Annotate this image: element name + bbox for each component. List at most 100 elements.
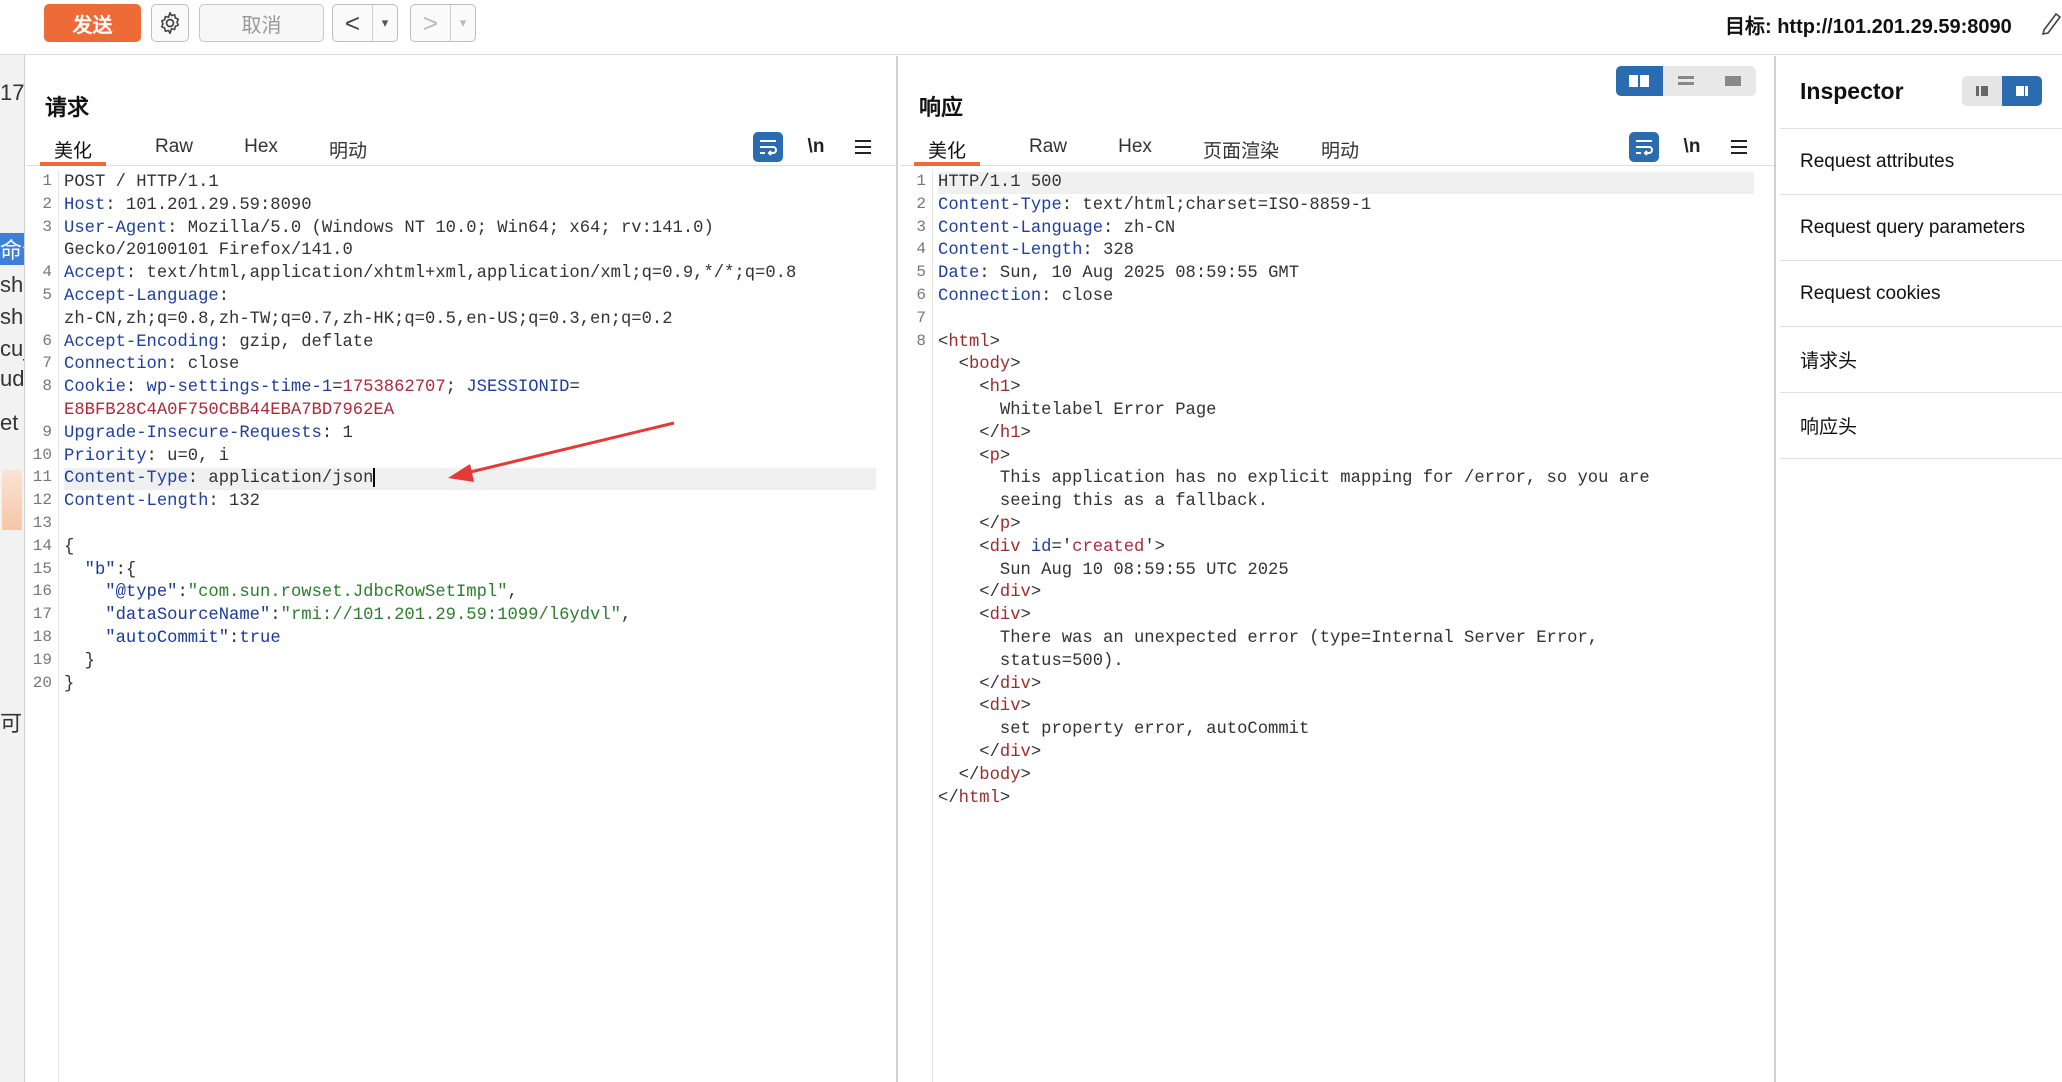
code-line[interactable]: Cookie: wp-settings-time-1=1753862707; J… bbox=[64, 377, 876, 399]
inspector-layout-button-active[interactable] bbox=[2002, 76, 2042, 106]
show-newlines-toggle[interactable]: \n bbox=[801, 132, 831, 162]
pencil-icon[interactable] bbox=[2040, 8, 2062, 36]
code-line[interactable]: User-Agent: Mozilla/5.0 (Windows NT 10.0… bbox=[64, 218, 876, 240]
tab-pretty[interactable]: 美化 bbox=[914, 136, 980, 166]
code-line[interactable]: <h1> bbox=[938, 377, 1754, 399]
tab-explain[interactable]: 明动 bbox=[318, 136, 378, 166]
code-token: < bbox=[938, 697, 990, 717]
inspector-item-request-attributes[interactable]: Request attributes bbox=[1780, 129, 2062, 195]
code-line[interactable]: HTTP/1.1 500 bbox=[938, 172, 1754, 194]
code-line[interactable]: </p> bbox=[938, 514, 1754, 536]
tab-raw[interactable]: Raw bbox=[144, 136, 204, 166]
forward-dropdown-icon[interactable]: ▾ bbox=[451, 5, 475, 41]
code-line[interactable]: Gecko/20100101 Firefox/141.0 bbox=[64, 240, 876, 262]
code-line[interactable]: Connection: close bbox=[938, 286, 1754, 308]
code-line[interactable]: Accept-Language: bbox=[64, 286, 876, 308]
code-line[interactable] bbox=[938, 309, 1754, 331]
code-token: < bbox=[938, 446, 990, 466]
code-line[interactable]: <div> bbox=[938, 696, 1754, 718]
code-line[interactable]: "autoCommit":true bbox=[64, 628, 876, 650]
code-line[interactable]: </div> bbox=[938, 582, 1754, 604]
forward-arrow-icon[interactable]: > bbox=[411, 5, 451, 41]
code-line[interactable]: Date: Sun, 10 Aug 2025 08:59:55 GMT bbox=[938, 263, 1754, 285]
code-line[interactable]: <body> bbox=[938, 354, 1754, 376]
code-line[interactable]: zh-CN,zh;q=0.8,zh-TW;q=0.7,zh-HK;q=0.5,e… bbox=[64, 309, 876, 331]
tab-pretty[interactable]: 美化 bbox=[40, 136, 106, 166]
code-line[interactable]: <html> bbox=[938, 332, 1754, 354]
inspector-item-request-cookies[interactable]: Request cookies bbox=[1780, 261, 2062, 327]
back-arrow-icon[interactable]: < bbox=[333, 5, 373, 41]
code-line[interactable]: Sun Aug 10 08:59:55 UTC 2025 bbox=[938, 560, 1754, 582]
code-line[interactable]: status=500). bbox=[938, 651, 1754, 673]
request-editor[interactable]: 1 2 3 4 5 6 7 8 9 10 11 12 13 14 15 16 17 18 19 20 POST / H… bbox=[26, 170, 876, 1082]
tab-hex[interactable]: Hex bbox=[231, 136, 291, 166]
inspector-item-request-headers[interactable]: 请求头 bbox=[1780, 327, 2062, 393]
code-line[interactable]: There was an unexpected error (type=Inte… bbox=[938, 628, 1754, 650]
text-wrap-toggle[interactable] bbox=[753, 132, 783, 162]
code-line[interactable]: } bbox=[64, 651, 876, 673]
inspector-item-response-headers[interactable]: 响应头 bbox=[1780, 393, 2062, 459]
layout-side-by-side-button[interactable] bbox=[1616, 66, 1663, 96]
fragment-text: sho bbox=[0, 272, 24, 297]
tab-explain[interactable]: 明动 bbox=[1310, 136, 1370, 166]
code-line[interactable]: This application has no explicit mapping… bbox=[938, 468, 1754, 490]
back-dropdown-icon[interactable]: ▾ bbox=[373, 5, 397, 41]
code-line[interactable]: Content-Type: application/json bbox=[64, 468, 876, 491]
code-line[interactable]: </h1> bbox=[938, 423, 1754, 445]
code-line[interactable]: } bbox=[64, 674, 876, 696]
code-line[interactable] bbox=[64, 514, 876, 536]
code-line[interactable]: Whitelabel Error Page bbox=[938, 400, 1754, 422]
code-line[interactable]: POST / HTTP/1.1 bbox=[64, 172, 876, 194]
code-token: html bbox=[958, 788, 1000, 808]
code-token: </ bbox=[938, 674, 1000, 694]
code-line[interactable]: Content-Language: zh-CN bbox=[938, 218, 1754, 240]
code-line[interactable]: Content-Length: 328 bbox=[938, 240, 1754, 262]
history-back-control[interactable]: < ▾ bbox=[332, 4, 398, 42]
code-line[interactable]: { bbox=[64, 537, 876, 559]
layout-single-icon bbox=[1724, 76, 1741, 86]
response-menu-button[interactable] bbox=[1724, 132, 1754, 162]
layout-single-button[interactable] bbox=[1709, 66, 1756, 96]
inspector-item-query-parameters[interactable]: Request query parameters bbox=[1780, 195, 2062, 261]
code-line[interactable]: Accept-Encoding: gzip, deflate bbox=[64, 332, 876, 354]
code-line[interactable]: </body> bbox=[938, 765, 1754, 787]
code-line[interactable]: Upgrade-Insecure-Requests: 1 bbox=[64, 423, 876, 445]
inspector-layout-button[interactable] bbox=[1962, 76, 2002, 106]
request-menu-button[interactable] bbox=[848, 132, 878, 162]
code-line[interactable]: set property error, autoCommit bbox=[938, 719, 1754, 741]
code-line[interactable]: seeing this as a fallback. bbox=[938, 491, 1754, 513]
code-line[interactable]: Host: 101.201.29.59:8090 bbox=[64, 195, 876, 217]
target-host-label[interactable]: 目标: http://101.201.29.59:8090 bbox=[1725, 10, 2012, 39]
tab-render[interactable]: 页面渲染 bbox=[1196, 136, 1286, 166]
code-line[interactable]: <div id='created'> bbox=[938, 537, 1754, 559]
code-line[interactable]: Content-Length: 132 bbox=[64, 491, 876, 513]
settings-button[interactable] bbox=[151, 4, 189, 42]
code-line[interactable]: Connection: close bbox=[64, 354, 876, 376]
cancel-button[interactable]: 取消 bbox=[199, 4, 324, 42]
history-forward-control[interactable]: > ▾ bbox=[410, 4, 476, 42]
text-wrap-toggle[interactable] bbox=[1629, 132, 1659, 162]
response-viewer[interactable]: 1 2 3 4 5 6 7 8 HTTP/1.1 500 Content-Type: text/… bbox=[900, 170, 1754, 1082]
code-line[interactable]: Content-Type: text/html;charset=ISO-8859… bbox=[938, 195, 1754, 217]
tab-hex[interactable]: Hex bbox=[1105, 136, 1165, 166]
code-line[interactable]: <div> bbox=[938, 605, 1754, 627]
code-line[interactable]: "dataSourceName":"rmi://101.201.29.59:10… bbox=[64, 605, 876, 627]
code-line[interactable]: </div> bbox=[938, 674, 1754, 696]
code-token: HTTP/1.1 500 bbox=[938, 173, 1062, 192]
send-button[interactable]: 发送 bbox=[44, 4, 141, 42]
line-number: 7 bbox=[42, 354, 52, 373]
code-token: : bbox=[218, 287, 230, 306]
code-line[interactable]: "@type":"com.sun.rowset.JdbcRowSetImpl", bbox=[64, 582, 876, 604]
show-newlines-toggle[interactable]: \n bbox=[1677, 132, 1707, 162]
code-line[interactable]: E8BFB28C4A0F750CBB44EBA7BD7962EA bbox=[64, 400, 876, 422]
code-line[interactable]: </div> bbox=[938, 742, 1754, 764]
code-line[interactable]: Accept: text/html,application/xhtml+xml,… bbox=[64, 263, 876, 285]
tab-raw[interactable]: Raw bbox=[1018, 136, 1078, 166]
layout-stacked-button[interactable] bbox=[1663, 66, 1710, 96]
code-line[interactable]: Priority: u=0, i bbox=[64, 446, 876, 468]
code-line[interactable]: <p> bbox=[938, 446, 1754, 468]
code-line[interactable]: </html> bbox=[938, 788, 1754, 810]
code-line[interactable]: "b":{ bbox=[64, 560, 876, 582]
code-token: > bbox=[1010, 378, 1021, 398]
